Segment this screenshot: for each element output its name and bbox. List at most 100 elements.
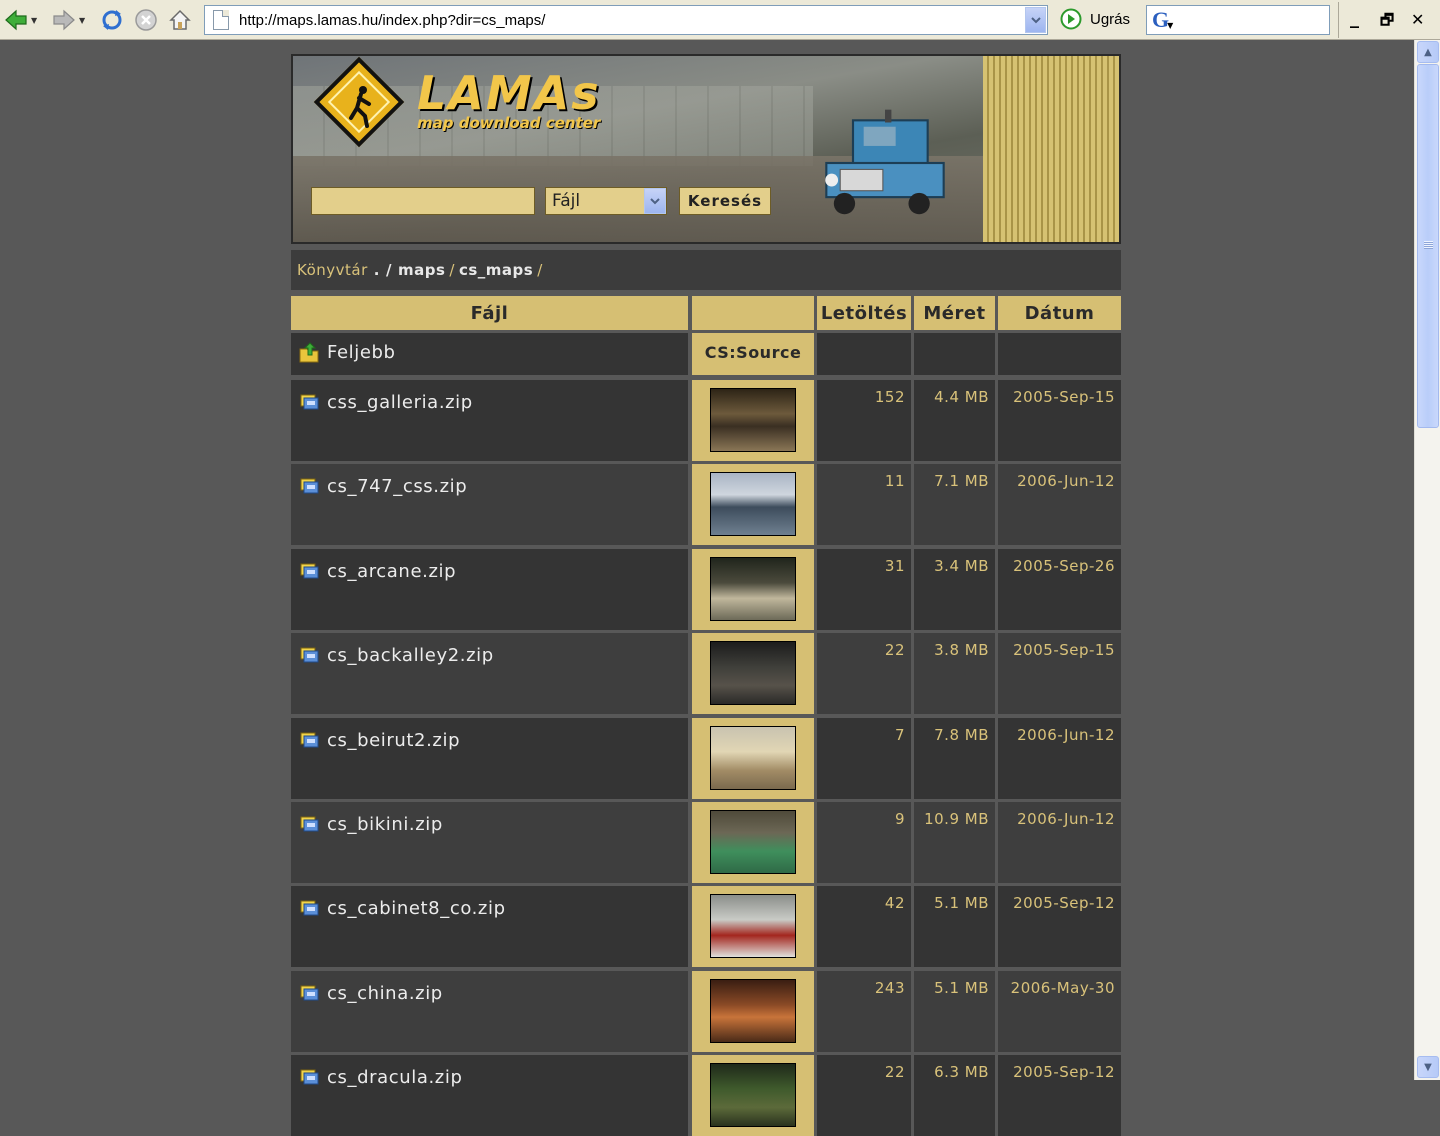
file-link[interactable]: cs_china.zip (299, 983, 443, 1004)
page-icon (213, 10, 229, 30)
scroll-down-button[interactable]: ▼ (1417, 1056, 1439, 1078)
thumbnail-cell (692, 380, 814, 461)
vertical-scrollbar[interactable]: ▲ ▼ (1414, 40, 1440, 1080)
date-cell: 2005-Sep-15 (998, 633, 1121, 714)
file-link[interactable]: cs_747_css.zip (299, 476, 467, 497)
thumbnail-cell (692, 549, 814, 630)
browser-toolbar: ▼ ▼ http://maps.lamas.hu/index.php?dir=c… (0, 0, 1440, 40)
download-count: 243 (874, 979, 905, 997)
zip-file-icon (300, 647, 319, 662)
file-size: 6.3 MB (934, 1063, 989, 1081)
file-link[interactable]: cs_arcane.zip (299, 561, 456, 582)
breadcrumb-item-cs-maps[interactable]: cs_maps (459, 261, 533, 279)
search-type-dropdown-button[interactable] (644, 188, 666, 214)
size-cell: 7.1 MB (914, 464, 995, 545)
header-size[interactable]: Méret (914, 296, 995, 330)
search-type-select[interactable]: Fájl (545, 187, 667, 215)
forward-dropdown-icon[interactable]: ▼ (79, 16, 85, 25)
search-input[interactable] (311, 187, 535, 215)
downloads-cell: 42 (817, 886, 911, 967)
downloads-cell: 22 (817, 1055, 911, 1136)
file-link[interactable]: cs_beirut2.zip (299, 730, 460, 751)
map-thumbnail[interactable] (710, 810, 796, 874)
breadcrumb-home-link[interactable]: . (374, 261, 380, 279)
breadcrumb-item-maps[interactable]: maps (398, 261, 445, 279)
thumbnail-cell (692, 464, 814, 545)
close-button[interactable]: ✕ (1411, 10, 1424, 29)
table-row-updir: Feljebb CS:Source (291, 333, 1121, 375)
updir-link[interactable]: Feljebb (299, 341, 396, 363)
address-dropdown-button[interactable] (1025, 7, 1046, 33)
thumbnail-cell (692, 633, 814, 714)
forward-button[interactable]: ▼ (52, 6, 85, 34)
file-date: 2006-Jun-12 (1017, 472, 1115, 490)
size-cell: 5.1 MB (914, 886, 995, 967)
map-thumbnail[interactable] (710, 1063, 796, 1127)
google-search-box[interactable]: G ▼ (1146, 5, 1330, 35)
refresh-button[interactable] (100, 6, 124, 34)
breadcrumb-separator: / (385, 261, 392, 279)
download-count: 9 (894, 810, 905, 828)
file-cell: cs_cabinet8_co.zip (291, 886, 688, 967)
table-row: cs_bikini.zip 9 10.9 MB 2006-Jun-12 (291, 802, 1121, 883)
file-date: 2005-Sep-26 (1013, 557, 1115, 575)
search-button[interactable]: Keresés (679, 187, 771, 215)
size-cell: 10.9 MB (914, 802, 995, 883)
updir-label: Feljebb (327, 341, 396, 363)
stop-button[interactable] (134, 6, 158, 34)
minimize-button[interactable]: _ (1350, 8, 1359, 29)
file-link[interactable]: cs_cabinet8_co.zip (299, 898, 506, 919)
back-button[interactable]: ▼ (4, 6, 37, 34)
table-header-row: Fájl Letöltés Méret Dátum (291, 296, 1121, 330)
truck-illustration (825, 109, 945, 215)
map-thumbnail[interactable] (710, 979, 796, 1043)
downloads-cell: 31 (817, 549, 911, 630)
go-arrow-icon (1060, 8, 1082, 30)
table-row: cs_747_css.zip 11 7.1 MB 2006-Jun-12 (291, 464, 1121, 545)
file-link[interactable]: cs_bikini.zip (299, 814, 443, 835)
scroll-thumb[interactable] (1417, 64, 1439, 428)
map-thumbnail[interactable] (710, 726, 796, 790)
table-row: cs_china.zip 243 5.1 MB 2006-May-30 (291, 971, 1121, 1052)
file-link[interactable]: cs_backalley2.zip (299, 645, 494, 666)
date-cell: 2006-Jun-12 (998, 802, 1121, 883)
thumbnail-cell (692, 886, 814, 967)
map-thumbnail[interactable] (710, 641, 796, 705)
scroll-up-button[interactable]: ▲ (1417, 41, 1439, 63)
file-link[interactable]: cs_dracula.zip (299, 1067, 462, 1088)
chevron-down-icon (650, 197, 660, 204)
go-button[interactable]: Ugrás (1060, 8, 1130, 30)
home-button[interactable] (168, 6, 192, 34)
back-dropdown-icon[interactable]: ▼ (31, 16, 37, 25)
file-date: 2005-Sep-15 (1013, 388, 1115, 406)
updir-cell[interactable]: Feljebb (291, 333, 688, 375)
thumbnail-cell (692, 802, 814, 883)
address-bar[interactable]: http://maps.lamas.hu/index.php?dir=cs_ma… (204, 5, 1048, 35)
map-thumbnail[interactable] (710, 894, 796, 958)
refresh-icon (100, 8, 124, 32)
map-thumbnail[interactable] (710, 557, 796, 621)
file-link[interactable]: css_galleria.zip (299, 392, 473, 413)
empty-cell (817, 333, 911, 375)
restore-button[interactable]: 🗗 (1380, 10, 1394, 35)
header-downloads[interactable]: Letöltés (817, 296, 911, 330)
address-url[interactable]: http://maps.lamas.hu/index.php?dir=cs_ma… (239, 12, 1025, 29)
map-thumbnail[interactable] (710, 388, 796, 452)
download-count: 22 (884, 641, 905, 659)
file-size: 5.1 MB (934, 894, 989, 912)
file-name: css_galleria.zip (327, 392, 473, 413)
google-dropdown-icon[interactable]: ▼ (1167, 21, 1173, 30)
file-date: 2005-Sep-12 (1013, 894, 1115, 912)
header-date[interactable]: Dátum (998, 296, 1121, 330)
header-file[interactable]: Fájl (291, 296, 688, 330)
stop-icon (134, 8, 158, 32)
file-size: 5.1 MB (934, 979, 989, 997)
map-thumbnail[interactable] (710, 472, 796, 536)
file-size: 3.4 MB (934, 557, 989, 575)
thumbnail-cell (692, 1055, 814, 1136)
file-name: cs_bikini.zip (327, 814, 443, 835)
category-label: CS:Source (704, 343, 802, 362)
date-cell: 2006-Jun-12 (998, 464, 1121, 545)
size-cell: 7.8 MB (914, 718, 995, 799)
file-cell: cs_bikini.zip (291, 802, 688, 883)
